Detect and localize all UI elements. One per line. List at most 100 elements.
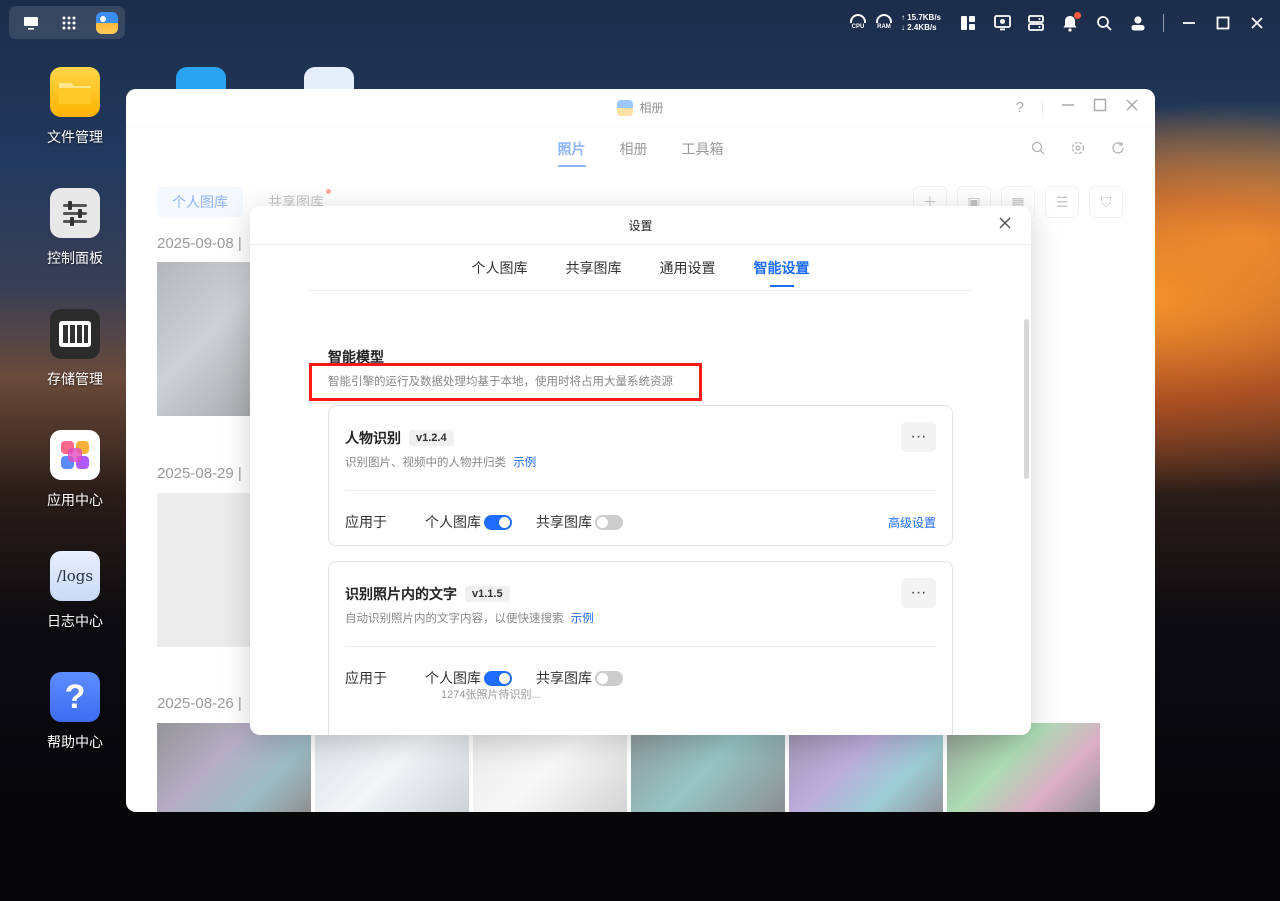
gauge-icon <box>849 14 866 23</box>
desktop-icon-label: 存储管理 <box>47 371 103 387</box>
card-desc-text: 识别图片、视频中的人物并归类 <box>345 457 506 469</box>
sliders-icon <box>50 188 100 238</box>
desktop-icon-partial[interactable] <box>304 67 354 89</box>
cpu-label: CPU <box>851 24 865 30</box>
server-icon <box>1028 15 1044 31</box>
example-link[interactable]: 示例 <box>513 457 536 469</box>
monitor-chart-icon <box>993 15 1011 31</box>
minimize-all-button[interactable] <box>1172 10 1206 36</box>
card-description: 自动识别照片内的文字内容，以便快速搜索 示例 <box>345 610 594 626</box>
toggle-label: 共享图库 <box>536 514 592 530</box>
notifications-button[interactable] <box>1053 10 1087 36</box>
tab-smart-settings[interactable]: 智能设置 <box>754 258 810 287</box>
help-icon: ? <box>50 672 100 722</box>
card-title-text: 识别照片内的文字 <box>345 586 457 602</box>
apply-row: 应用于 个人图库 共享图库 高级设置 <box>345 512 936 532</box>
desktop-icon-label: 帮助中心 <box>47 734 103 750</box>
dialog-scrollbar[interactable] <box>1024 319 1029 479</box>
taskbar-photo-app[interactable] <box>91 8 123 38</box>
user-icon <box>1131 16 1145 31</box>
download-speed: 2.4KB/s <box>907 23 937 32</box>
dialog-titlebar: 设置 <box>250 206 1031 245</box>
example-link[interactable]: 示例 <box>571 613 594 625</box>
close-icon <box>1251 17 1263 29</box>
system-tray: CPU RAM ↑ 15.7KB/s ↓ 2.4KB/s <box>845 10 1280 36</box>
gauge-icon <box>875 14 892 23</box>
monitor-icon <box>24 16 38 30</box>
card-title: 识别照片内的文字 v1.1.5 <box>345 584 510 604</box>
desktop-icon-app-center[interactable]: 应用中心 <box>38 430 112 510</box>
personal-library-toggle-group: 个人图库 <box>425 512 512 532</box>
close-button[interactable] <box>1240 10 1274 36</box>
maximize-icon <box>1216 16 1230 30</box>
toggle-label: 个人图库 <box>425 514 481 530</box>
desktop-icon-logs[interactable]: /logs 日志中心 <box>38 551 112 631</box>
personal-library-toggle[interactable] <box>484 514 512 530</box>
logs-icon: /logs <box>50 551 100 601</box>
upload-speed: 15.7KB/s <box>907 13 941 22</box>
card-description: 识别图片、视频中的人物并归类 示例 <box>345 454 536 470</box>
desktop-icon-label: 应用中心 <box>47 492 103 508</box>
notification-badge <box>1074 12 1081 19</box>
widget-button[interactable] <box>951 10 985 36</box>
user-button[interactable] <box>1121 10 1155 36</box>
card-title-text: 人物识别 <box>345 430 401 446</box>
tab-general-settings[interactable]: 通用设置 <box>660 258 716 278</box>
show-desktop-button[interactable] <box>15 8 47 38</box>
card-title: 人物识别 v1.2.4 <box>345 428 454 448</box>
desktop-icon-file-manager[interactable]: 文件管理 <box>38 67 112 147</box>
card-divider <box>345 646 936 647</box>
more-options-button[interactable]: ··· <box>901 578 936 608</box>
toggle-label: 个人图库 <box>425 670 481 686</box>
desktop-icon-control-panel[interactable]: 控制面板 <box>38 188 112 268</box>
ram-gauge[interactable]: RAM <box>871 10 897 36</box>
app-grid-button[interactable] <box>53 8 85 38</box>
tab-personal-library[interactable]: 个人图库 <box>472 258 528 278</box>
settings-dialog: 设置 个人图库 共享图库 通用设置 智能设置 智能模型 智能引擎的运行及数据处理… <box>250 206 1031 735</box>
desktop-icon-label: 日志中心 <box>47 613 103 629</box>
photo-app-icon <box>96 11 118 34</box>
close-icon <box>999 217 1011 229</box>
desktop-icon-label: 控制面板 <box>47 250 103 266</box>
ellipsis-icon: ··· <box>910 428 927 445</box>
shared-library-toggle-group: 共享图库 <box>536 512 623 532</box>
taskbar-launcher <box>9 6 125 39</box>
shared-library-toggle[interactable] <box>595 514 623 530</box>
dialog-title: 设置 <box>628 218 653 233</box>
card-divider <box>345 490 936 491</box>
tray-divider <box>1163 14 1164 32</box>
desktop-icon-help[interactable]: ? 帮助中心 <box>38 672 112 752</box>
model-card-text-recognition: 识别照片内的文字 v1.1.5 自动识别照片内的文字内容，以便快速搜索 示例 ·… <box>328 561 953 735</box>
storage-icon <box>50 309 100 359</box>
highlight-annotation <box>309 363 702 401</box>
desktop-icon-partial[interactable] <box>176 67 226 89</box>
resource-monitor-button[interactable] <box>985 10 1019 36</box>
desktop-icon-label: 文件管理 <box>47 129 103 145</box>
network-speed[interactable]: ↑ 15.7KB/s ↓ 2.4KB/s <box>901 13 941 33</box>
tab-shared-library[interactable]: 共享图库 <box>566 258 622 278</box>
app-center-icon <box>50 430 100 480</box>
more-options-button[interactable]: ··· <box>901 422 936 452</box>
shared-library-toggle-group: 共享图库 <box>536 668 623 688</box>
dialog-close-button[interactable] <box>999 216 1011 234</box>
widget-icon <box>961 16 975 30</box>
model-card-face-recognition: 人物识别 v1.2.4 识别图片、视频中的人物并归类 示例 ··· 应用于 个人… <box>328 405 953 546</box>
apply-row: 应用于 个人图库 共享图库 1274张照片待识别... <box>345 668 936 701</box>
minimize-icon <box>1183 22 1195 24</box>
folder-icon <box>50 67 100 117</box>
cpu-gauge[interactable]: CPU <box>845 10 871 36</box>
top-bar: CPU RAM ↑ 15.7KB/s ↓ 2.4KB/s <box>0 0 1280 46</box>
desktop-icon-storage[interactable]: 存储管理 <box>38 309 112 389</box>
ellipsis-icon: ··· <box>910 584 927 601</box>
settings-tabs: 个人图库 共享图库 通用设置 智能设置 <box>308 245 973 291</box>
personal-library-toggle-group: 个人图库 <box>425 668 512 688</box>
global-search-button[interactable] <box>1087 10 1121 36</box>
personal-library-toggle[interactable] <box>484 670 512 686</box>
version-badge: v1.1.5 <box>465 586 510 602</box>
pending-count: 1274张照片待识别... <box>441 689 541 701</box>
shared-library-toggle[interactable] <box>595 670 623 686</box>
maximize-button[interactable] <box>1206 10 1240 36</box>
task-manager-button[interactable] <box>1019 10 1053 36</box>
card-desc-text: 自动识别照片内的文字内容，以便快速搜索 <box>345 613 564 625</box>
advanced-settings-link[interactable]: 高级设置 <box>888 514 936 531</box>
